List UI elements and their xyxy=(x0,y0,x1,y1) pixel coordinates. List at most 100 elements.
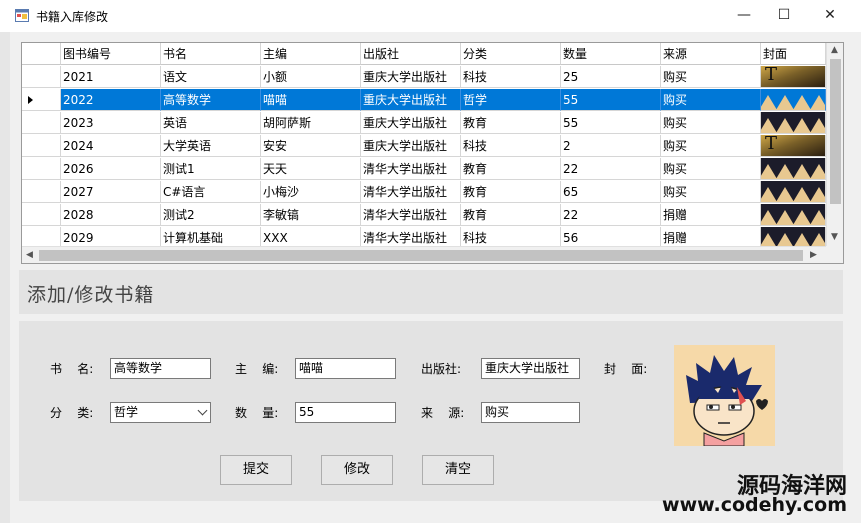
cell-id[interactable]: 2026 xyxy=(61,158,161,180)
cell-quantity[interactable]: 65 xyxy=(561,181,661,203)
cell-title[interactable]: 语文 xyxy=(161,66,261,88)
cell-quantity[interactable]: 2 xyxy=(561,135,661,157)
cell-publisher[interactable]: 清华大学出版社 xyxy=(361,181,461,203)
cell-source[interactable]: 购买 xyxy=(661,112,761,134)
column-header-editor[interactable]: 主编 xyxy=(261,43,361,65)
cell-id[interactable]: 2023 xyxy=(61,112,161,134)
vertical-scroll-thumb[interactable] xyxy=(830,59,841,204)
cell-source[interactable]: 购买 xyxy=(661,181,761,203)
cell-cover-thumbnail[interactable] xyxy=(761,181,826,203)
cell-cover-thumbnail[interactable] xyxy=(761,158,826,180)
row-header[interactable] xyxy=(22,158,61,180)
cell-title[interactable]: 大学英语 xyxy=(161,135,261,157)
cell-category[interactable]: 教育 xyxy=(461,204,561,226)
close-button[interactable]: ✕ xyxy=(807,0,853,32)
cell-quantity[interactable]: 55 xyxy=(561,89,661,111)
scroll-left-icon[interactable]: ◀ xyxy=(26,250,33,260)
cell-cover-thumbnail[interactable] xyxy=(761,89,826,111)
column-header-title[interactable]: 书名 xyxy=(161,43,261,65)
cell-publisher[interactable]: 重庆大学出版社 xyxy=(361,89,461,111)
cell-id[interactable]: 2021 xyxy=(61,66,161,88)
editor-input[interactable]: 喵喵 xyxy=(295,358,396,379)
cell-publisher[interactable]: 清华大学出版社 xyxy=(361,204,461,226)
cell-title[interactable]: 测试1 xyxy=(161,158,261,180)
scroll-up-icon[interactable]: ▲ xyxy=(831,45,838,55)
cell-editor[interactable]: 小梅沙 xyxy=(261,181,361,203)
cell-editor[interactable]: 喵喵 xyxy=(261,89,361,111)
row-header[interactable] xyxy=(22,89,61,111)
row-header[interactable] xyxy=(22,181,61,203)
column-header-id[interactable]: 图书编号 xyxy=(61,43,161,65)
cell-source[interactable]: 购买 xyxy=(661,89,761,111)
cell-title[interactable]: C#语言 xyxy=(161,181,261,203)
name-input[interactable]: 高等数学 xyxy=(110,358,211,379)
cell-editor[interactable]: 天天 xyxy=(261,158,361,180)
cell-editor[interactable]: 小额 xyxy=(261,66,361,88)
cell-title[interactable]: 测试2 xyxy=(161,204,261,226)
row-header[interactable] xyxy=(22,204,61,226)
cell-publisher[interactable]: 重庆大学出版社 xyxy=(361,135,461,157)
cell-category[interactable]: 教育 xyxy=(461,181,561,203)
row-header[interactable] xyxy=(22,66,61,88)
cell-cover-thumbnail[interactable] xyxy=(761,112,826,134)
cell-editor[interactable]: 李敏镐 xyxy=(261,204,361,226)
quantity-input[interactable]: 55 xyxy=(295,402,396,423)
cell-category[interactable]: 科技 xyxy=(461,135,561,157)
table-row[interactable]: 2026 测试1 天天 清华大学出版社 教育 22 购买 xyxy=(22,158,826,181)
modify-button[interactable]: 修改 xyxy=(321,455,393,485)
source-input[interactable]: 购买 xyxy=(481,402,580,423)
books-data-grid[interactable]: 图书编号 书名 主编 出版社 分类 数量 来源 封面 2021 语文 小额 重庆大学出… xyxy=(21,42,844,264)
horizontal-scrollbar[interactable]: ◀ ▶ xyxy=(22,246,826,263)
cell-id[interactable]: 2022 xyxy=(61,89,161,111)
clear-button[interactable]: 清空 xyxy=(422,455,494,485)
cell-cover-thumbnail[interactable] xyxy=(761,204,826,226)
scroll-right-icon[interactable]: ▶ xyxy=(810,250,817,260)
column-header-source[interactable]: 来源 xyxy=(661,43,761,65)
column-header-cover[interactable]: 封面 xyxy=(761,43,826,65)
cell-source[interactable]: 捐赠 xyxy=(661,204,761,226)
cell-quantity[interactable]: 22 xyxy=(561,204,661,226)
table-row[interactable]: 2028 测试2 李敏镐 清华大学出版社 教育 22 捐赠 xyxy=(22,204,826,227)
cell-quantity[interactable]: 25 xyxy=(561,66,661,88)
publisher-input[interactable]: 重庆大学出版社 xyxy=(481,358,580,379)
cell-title[interactable]: 英语 xyxy=(161,112,261,134)
category-select[interactable]: 哲学 xyxy=(110,402,211,423)
cover-image-avatar[interactable] xyxy=(674,345,775,446)
cell-title[interactable]: 高等数学 xyxy=(161,89,261,111)
cell-publisher[interactable]: 重庆大学出版社 xyxy=(361,112,461,134)
cell-source[interactable]: 购买 xyxy=(661,135,761,157)
cell-cover-thumbnail[interactable]: T xyxy=(761,135,826,157)
cell-source[interactable]: 购买 xyxy=(661,158,761,180)
table-row[interactable]: 2023 英语 胡阿萨斯 重庆大学出版社 教育 55 购买 xyxy=(22,112,826,135)
cell-id[interactable]: 2028 xyxy=(61,204,161,226)
vertical-scrollbar[interactable]: ▲ ▼ xyxy=(826,43,843,246)
table-row[interactable]: 2021 语文 小额 重庆大学出版社 科技 25 购买 T xyxy=(22,66,826,89)
cell-quantity[interactable]: 55 xyxy=(561,112,661,134)
cell-publisher[interactable]: 重庆大学出版社 xyxy=(361,66,461,88)
cell-category[interactable]: 教育 xyxy=(461,112,561,134)
cell-source[interactable]: 购买 xyxy=(661,66,761,88)
cell-editor[interactable]: 安安 xyxy=(261,135,361,157)
column-header-publisher[interactable]: 出版社 xyxy=(361,43,461,65)
cell-publisher[interactable]: 清华大学出版社 xyxy=(361,158,461,180)
horizontal-scroll-thumb[interactable] xyxy=(39,250,803,261)
row-header[interactable] xyxy=(22,112,61,134)
cell-category[interactable]: 教育 xyxy=(461,158,561,180)
maximize-button[interactable]: ☐ xyxy=(761,0,807,32)
cell-category[interactable]: 哲学 xyxy=(461,89,561,111)
submit-button[interactable]: 提交 xyxy=(220,455,292,485)
column-header-category[interactable]: 分类 xyxy=(461,43,561,65)
cell-id[interactable]: 2024 xyxy=(61,135,161,157)
cell-cover-thumbnail[interactable]: T xyxy=(761,66,826,88)
table-row[interactable]: 2022 高等数学 喵喵 重庆大学出版社 哲学 55 购买 xyxy=(22,89,826,112)
cell-quantity[interactable]: 22 xyxy=(561,158,661,180)
row-header[interactable] xyxy=(22,135,61,157)
chevron-down-icon[interactable] xyxy=(197,405,208,416)
cell-editor[interactable]: 胡阿萨斯 xyxy=(261,112,361,134)
scroll-down-icon[interactable]: ▼ xyxy=(831,232,838,242)
table-row[interactable]: 2024 大学英语 安安 重庆大学出版社 科技 2 购买 T xyxy=(22,135,826,158)
table-row[interactable]: 2027 C#语言 小梅沙 清华大学出版社 教育 65 购买 xyxy=(22,181,826,204)
cell-id[interactable]: 2027 xyxy=(61,181,161,203)
cell-category[interactable]: 科技 xyxy=(461,66,561,88)
column-header-quantity[interactable]: 数量 xyxy=(561,43,661,65)
